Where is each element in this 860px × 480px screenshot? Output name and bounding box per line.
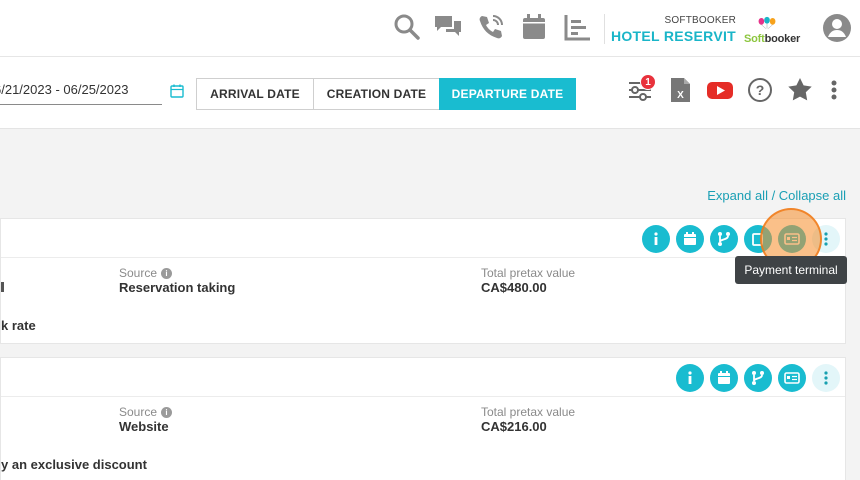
info-button[interactable] bbox=[642, 225, 670, 253]
kebab-menu-icon bbox=[824, 371, 828, 385]
calendar-button[interactable] bbox=[676, 225, 704, 253]
split-button[interactable] bbox=[710, 225, 738, 253]
filter-count-badge: 1 bbox=[640, 74, 656, 90]
total-label: Total pretax value bbox=[481, 266, 576, 280]
chat-icon[interactable] bbox=[433, 12, 463, 42]
source-value: Website bbox=[119, 419, 169, 434]
logo-wordmark: Softbooker bbox=[744, 33, 800, 45]
reservation-card: Source i Reservation taking Total pretax … bbox=[0, 218, 846, 344]
calendar-icon bbox=[684, 232, 696, 245]
arrival-date-tab[interactable]: ARRIVAL DATE bbox=[196, 78, 314, 110]
source-label-text: Source bbox=[119, 266, 158, 280]
balloons-logo-icon bbox=[758, 16, 776, 29]
branch-icon bbox=[718, 232, 730, 246]
brand-small-label: SOFTBOOKER bbox=[664, 15, 736, 26]
source-label: Source i bbox=[119, 266, 173, 280]
expand-collapse-link[interactable]: Expand all / Collapse all bbox=[690, 188, 846, 203]
source-value: Reservation taking bbox=[119, 280, 236, 295]
info-icon bbox=[688, 371, 692, 384]
more-options-icon[interactable] bbox=[824, 76, 844, 104]
hotel-name: HOTEL RESERVIT bbox=[610, 28, 736, 44]
source-info-icon[interactable]: i bbox=[161, 267, 173, 279]
payment-terminal-tooltip: Payment terminal bbox=[735, 256, 847, 284]
date-range-input[interactable]: 6/21/2023 - 06/25/2023 bbox=[0, 77, 162, 105]
rate-text: k rate bbox=[1, 318, 36, 333]
help-icon[interactable]: ? bbox=[746, 76, 774, 104]
total-label: Total pretax value bbox=[481, 405, 576, 419]
excel-export-icon[interactable]: X bbox=[666, 76, 694, 104]
total-value: CA$216.00 bbox=[481, 419, 547, 434]
info-button[interactable] bbox=[676, 364, 704, 392]
creation-date-tab[interactable]: CREATION DATE bbox=[313, 78, 440, 110]
logo-word-booker: booker bbox=[764, 33, 801, 45]
payment-terminal-button[interactable] bbox=[778, 364, 806, 392]
branch-icon bbox=[752, 371, 764, 385]
reservation-card: Source i Website Total pretax value CA$21… bbox=[0, 357, 846, 480]
svg-text:?: ? bbox=[756, 82, 765, 98]
payment-card-icon bbox=[784, 372, 800, 384]
calendar-icon bbox=[718, 371, 730, 384]
card-more-button[interactable] bbox=[812, 364, 840, 392]
source-label-text: Source bbox=[119, 405, 158, 419]
info-icon bbox=[654, 232, 658, 245]
star-icon[interactable] bbox=[786, 76, 814, 104]
user-avatar-icon[interactable] bbox=[822, 13, 852, 43]
source-label: Source i bbox=[119, 405, 173, 419]
source-info-icon[interactable]: i bbox=[161, 406, 173, 418]
calendar-button[interactable] bbox=[710, 364, 738, 392]
departure-date-tab[interactable]: DEPARTURE DATE bbox=[439, 78, 576, 110]
rate-text: y an exclusive discount bbox=[1, 457, 147, 472]
split-button[interactable] bbox=[744, 364, 772, 392]
calendar-icon[interactable] bbox=[519, 12, 549, 42]
top-header: SOFTBOOKER HOTEL RESERVIT Softbooker bbox=[0, 0, 860, 57]
search-icon[interactable] bbox=[392, 12, 422, 42]
youtube-icon[interactable] bbox=[706, 76, 734, 104]
report-icon[interactable] bbox=[562, 12, 592, 42]
phone-icon[interactable] bbox=[476, 12, 506, 42]
total-value: CA$480.00 bbox=[481, 280, 547, 295]
filter-bar: 6/21/2023 - 06/25/2023 ARRIVAL DATE CREA… bbox=[0, 57, 860, 129]
date-picker-icon[interactable] bbox=[170, 84, 184, 98]
card-header bbox=[1, 358, 845, 397]
svg-text:X: X bbox=[677, 90, 684, 101]
clipped-text-fragment bbox=[1, 282, 4, 292]
softbooker-logo: Softbooker bbox=[744, 12, 808, 48]
card-header bbox=[1, 219, 845, 258]
logo-word-soft: Soft bbox=[744, 33, 765, 45]
